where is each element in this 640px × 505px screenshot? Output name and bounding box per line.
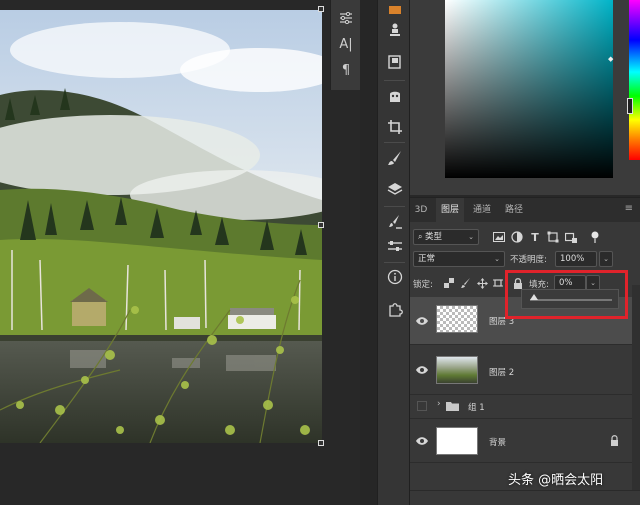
hue-slider-handle[interactable]	[627, 98, 633, 114]
history-icon[interactable]	[378, 82, 411, 110]
document-canvas[interactable]	[0, 0, 330, 505]
paragraph-icon[interactable]: ¶	[331, 57, 361, 83]
opacity-input[interactable]: 100%	[555, 251, 597, 267]
filter-kind-value: 类型	[425, 232, 443, 242]
layer-row-background[interactable]: 背景	[410, 419, 632, 463]
info-icon[interactable]	[378, 263, 411, 291]
properties-icon[interactable]	[378, 232, 411, 260]
chevron-down-icon: ⌄	[468, 233, 474, 241]
lock-transparent-icon[interactable]	[443, 277, 455, 289]
tab-layers[interactable]: 图层	[436, 198, 464, 222]
panel-menu-icon[interactable]: ≡	[625, 203, 633, 214]
color-field[interactable]	[445, 0, 613, 178]
transform-handle-top-right[interactable]	[318, 6, 324, 12]
layers-panel-footer	[410, 490, 640, 505]
layer-comps-icon[interactable]	[378, 48, 411, 76]
layer-thumbnail-transparent	[436, 305, 478, 333]
blend-mode-dropdown[interactable]: 正常 ⌄	[413, 251, 505, 267]
blend-mode-value: 正常	[418, 254, 436, 264]
transform-handle-bottom-right[interactable]	[318, 440, 324, 446]
tab-channels[interactable]: 通道	[468, 198, 496, 222]
filter-toggle-icon[interactable]	[588, 230, 602, 244]
clone-source-icon[interactable]	[378, 16, 411, 44]
smart-object-filter-icon[interactable]	[564, 230, 578, 244]
filter-kind-dropdown[interactable]: ⌕ 类型 ⌄	[413, 229, 479, 245]
pixel-filter-icon[interactable]	[492, 230, 506, 244]
lock-position-icon[interactable]	[476, 277, 488, 289]
search-icon: ⌕	[418, 232, 426, 241]
character-icon[interactable]: A|	[331, 31, 361, 57]
layer-row-group-1[interactable]: › 组 1	[410, 395, 632, 419]
visibility-toggle-empty[interactable]	[417, 401, 427, 411]
opacity-label: 不透明度:	[510, 255, 547, 265]
chevron-down-icon: ⌄	[603, 255, 609, 263]
layers-scrollbar[interactable]	[632, 285, 640, 490]
color-field-marker[interactable]: ◆	[608, 55, 613, 63]
transform-handle-mid-right[interactable]	[318, 222, 324, 228]
chevron-down-icon: ⌄	[494, 255, 500, 263]
lock-icon	[611, 435, 618, 446]
layer-row-layer-2[interactable]: 图层 2	[410, 345, 632, 395]
lock-label: 锁定:	[413, 280, 433, 290]
brush-icon[interactable]	[378, 144, 411, 172]
dock-gap	[360, 0, 377, 505]
tab-paths[interactable]: 路径	[500, 198, 528, 222]
panel-tab-bar: 3D 图层 通道 路径 ≡	[410, 198, 640, 222]
highlight-annotation-box	[505, 270, 628, 319]
layer-name[interactable]: 图层 2	[489, 366, 514, 378]
folder-icon	[446, 402, 459, 411]
opacity-dropdown-button[interactable]: ⌄	[599, 251, 613, 267]
visibility-eye-icon[interactable]	[416, 365, 428, 375]
layers-icon[interactable]	[378, 175, 411, 203]
layer-thumbnail-white	[436, 427, 478, 455]
shape-filter-icon[interactable]	[546, 230, 560, 244]
hue-slider[interactable]	[629, 0, 640, 160]
opacity-value: 100%	[560, 254, 585, 264]
tab-3d[interactable]: 3D	[410, 198, 432, 222]
mini-panel-dock: A| ¶	[330, 0, 360, 90]
chevron-right-icon[interactable]: ›	[437, 399, 441, 409]
layer-name[interactable]: 组 1	[468, 401, 485, 413]
plugin-icon[interactable]	[378, 295, 411, 323]
watermark-text: 头条 @晒会太阳	[508, 473, 604, 488]
lock-artboard-icon[interactable]	[492, 277, 504, 289]
type-filter-icon[interactable]: T	[528, 230, 542, 244]
crop-icon[interactable]	[378, 113, 411, 141]
visibility-eye-icon[interactable]	[416, 316, 428, 326]
layer-thumbnail-photo	[436, 356, 478, 384]
forest-lake-photo	[0, 10, 322, 443]
visibility-eye-icon[interactable]	[416, 436, 428, 446]
adjustments-icon[interactable]	[331, 5, 361, 31]
color-picker-panel: ◆	[410, 0, 640, 195]
lock-image-pixels-icon[interactable]	[460, 277, 472, 289]
layer-name[interactable]: 背景	[489, 436, 506, 448]
adjustment-filter-icon[interactable]	[510, 230, 524, 244]
panel-icon-strip	[377, 0, 410, 505]
